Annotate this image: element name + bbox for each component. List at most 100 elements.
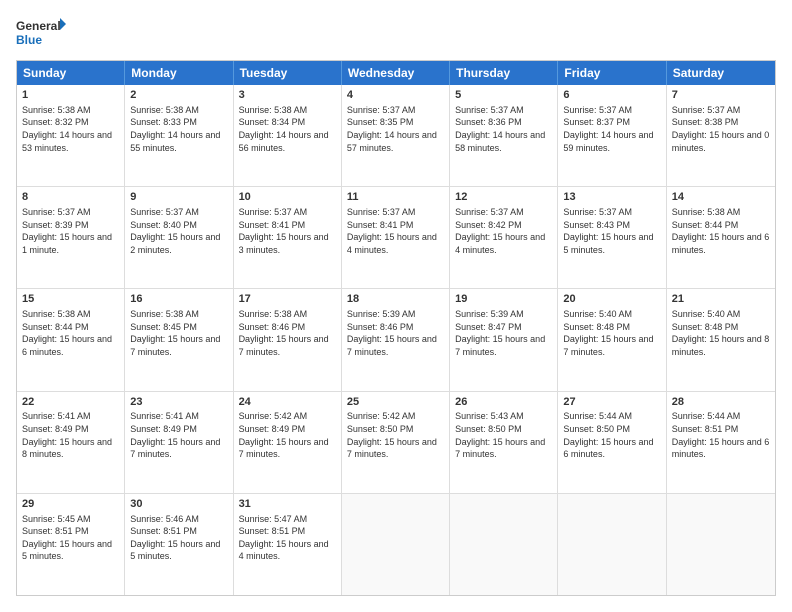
header-wednesday: Wednesday — [342, 61, 450, 85]
day-number: 7 — [672, 88, 770, 103]
calendar-cell: 26Sunrise: 5:43 AM Sunset: 8:50 PM Dayli… — [450, 392, 558, 493]
day-number: 8 — [22, 190, 119, 205]
day-info: Sunrise: 5:37 AM Sunset: 8:35 PM Dayligh… — [347, 104, 444, 154]
calendar-body: 1Sunrise: 5:38 AM Sunset: 8:32 PM Daylig… — [17, 85, 775, 595]
calendar-cell: 10Sunrise: 5:37 AM Sunset: 8:41 PM Dayli… — [234, 187, 342, 288]
day-info: Sunrise: 5:41 AM Sunset: 8:49 PM Dayligh… — [22, 410, 119, 460]
calendar-cell: 20Sunrise: 5:40 AM Sunset: 8:48 PM Dayli… — [558, 289, 666, 390]
day-number: 30 — [130, 497, 227, 512]
week-row-3: 15Sunrise: 5:38 AM Sunset: 8:44 PM Dayli… — [17, 289, 775, 391]
week-row-1: 1Sunrise: 5:38 AM Sunset: 8:32 PM Daylig… — [17, 85, 775, 187]
day-info: Sunrise: 5:37 AM Sunset: 8:40 PM Dayligh… — [130, 206, 227, 256]
logo-svg: General Blue — [16, 16, 66, 52]
calendar-cell: 22Sunrise: 5:41 AM Sunset: 8:49 PM Dayli… — [17, 392, 125, 493]
week-row-2: 8Sunrise: 5:37 AM Sunset: 8:39 PM Daylig… — [17, 187, 775, 289]
day-info: Sunrise: 5:38 AM Sunset: 8:32 PM Dayligh… — [22, 104, 119, 154]
calendar-cell: 15Sunrise: 5:38 AM Sunset: 8:44 PM Dayli… — [17, 289, 125, 390]
day-number: 25 — [347, 395, 444, 410]
header-saturday: Saturday — [667, 61, 775, 85]
day-info: Sunrise: 5:39 AM Sunset: 8:47 PM Dayligh… — [455, 308, 552, 358]
calendar-cell: 25Sunrise: 5:42 AM Sunset: 8:50 PM Dayli… — [342, 392, 450, 493]
day-info: Sunrise: 5:39 AM Sunset: 8:46 PM Dayligh… — [347, 308, 444, 358]
page: General Blue Sunday Monday Tuesday Wedne… — [0, 0, 792, 612]
day-info: Sunrise: 5:38 AM Sunset: 8:34 PM Dayligh… — [239, 104, 336, 154]
day-number: 23 — [130, 395, 227, 410]
calendar-cell: 11Sunrise: 5:37 AM Sunset: 8:41 PM Dayli… — [342, 187, 450, 288]
day-number: 19 — [455, 292, 552, 307]
calendar-cell: 7Sunrise: 5:37 AM Sunset: 8:38 PM Daylig… — [667, 85, 775, 186]
day-info: Sunrise: 5:38 AM Sunset: 8:46 PM Dayligh… — [239, 308, 336, 358]
day-info: Sunrise: 5:44 AM Sunset: 8:51 PM Dayligh… — [672, 410, 770, 460]
week-row-4: 22Sunrise: 5:41 AM Sunset: 8:49 PM Dayli… — [17, 392, 775, 494]
week-row-5: 29Sunrise: 5:45 AM Sunset: 8:51 PM Dayli… — [17, 494, 775, 595]
day-info: Sunrise: 5:41 AM Sunset: 8:49 PM Dayligh… — [130, 410, 227, 460]
day-info: Sunrise: 5:43 AM Sunset: 8:50 PM Dayligh… — [455, 410, 552, 460]
day-info: Sunrise: 5:45 AM Sunset: 8:51 PM Dayligh… — [22, 513, 119, 563]
day-info: Sunrise: 5:37 AM Sunset: 8:36 PM Dayligh… — [455, 104, 552, 154]
day-number: 2 — [130, 88, 227, 103]
day-info: Sunrise: 5:37 AM Sunset: 8:41 PM Dayligh… — [239, 206, 336, 256]
calendar-cell: 6Sunrise: 5:37 AM Sunset: 8:37 PM Daylig… — [558, 85, 666, 186]
header-friday: Friday — [558, 61, 666, 85]
calendar-header: Sunday Monday Tuesday Wednesday Thursday… — [17, 61, 775, 85]
day-number: 27 — [563, 395, 660, 410]
calendar-cell: 23Sunrise: 5:41 AM Sunset: 8:49 PM Dayli… — [125, 392, 233, 493]
day-number: 22 — [22, 395, 119, 410]
day-info: Sunrise: 5:46 AM Sunset: 8:51 PM Dayligh… — [130, 513, 227, 563]
day-number: 6 — [563, 88, 660, 103]
day-info: Sunrise: 5:37 AM Sunset: 8:41 PM Dayligh… — [347, 206, 444, 256]
calendar-cell — [342, 494, 450, 595]
day-number: 13 — [563, 190, 660, 205]
calendar-cell: 17Sunrise: 5:38 AM Sunset: 8:46 PM Dayli… — [234, 289, 342, 390]
calendar-cell: 8Sunrise: 5:37 AM Sunset: 8:39 PM Daylig… — [17, 187, 125, 288]
calendar-cell: 21Sunrise: 5:40 AM Sunset: 8:48 PM Dayli… — [667, 289, 775, 390]
calendar-cell: 13Sunrise: 5:37 AM Sunset: 8:43 PM Dayli… — [558, 187, 666, 288]
calendar-cell: 5Sunrise: 5:37 AM Sunset: 8:36 PM Daylig… — [450, 85, 558, 186]
day-number: 12 — [455, 190, 552, 205]
header-tuesday: Tuesday — [234, 61, 342, 85]
day-number: 26 — [455, 395, 552, 410]
day-number: 28 — [672, 395, 770, 410]
day-number: 16 — [130, 292, 227, 307]
day-number: 5 — [455, 88, 552, 103]
calendar-cell: 27Sunrise: 5:44 AM Sunset: 8:50 PM Dayli… — [558, 392, 666, 493]
day-info: Sunrise: 5:44 AM Sunset: 8:50 PM Dayligh… — [563, 410, 660, 460]
day-number: 31 — [239, 497, 336, 512]
calendar-cell — [558, 494, 666, 595]
header-monday: Monday — [125, 61, 233, 85]
calendar-cell: 2Sunrise: 5:38 AM Sunset: 8:33 PM Daylig… — [125, 85, 233, 186]
header: General Blue — [16, 16, 776, 52]
calendar-cell: 19Sunrise: 5:39 AM Sunset: 8:47 PM Dayli… — [450, 289, 558, 390]
day-info: Sunrise: 5:38 AM Sunset: 8:45 PM Dayligh… — [130, 308, 227, 358]
day-info: Sunrise: 5:37 AM Sunset: 8:42 PM Dayligh… — [455, 206, 552, 256]
logo: General Blue — [16, 16, 66, 52]
day-number: 15 — [22, 292, 119, 307]
day-number: 24 — [239, 395, 336, 410]
day-number: 17 — [239, 292, 336, 307]
day-number: 11 — [347, 190, 444, 205]
calendar-cell: 14Sunrise: 5:38 AM Sunset: 8:44 PM Dayli… — [667, 187, 775, 288]
day-info: Sunrise: 5:37 AM Sunset: 8:38 PM Dayligh… — [672, 104, 770, 154]
calendar-cell: 4Sunrise: 5:37 AM Sunset: 8:35 PM Daylig… — [342, 85, 450, 186]
calendar-cell: 28Sunrise: 5:44 AM Sunset: 8:51 PM Dayli… — [667, 392, 775, 493]
day-info: Sunrise: 5:38 AM Sunset: 8:44 PM Dayligh… — [672, 206, 770, 256]
day-number: 29 — [22, 497, 119, 512]
calendar-cell: 29Sunrise: 5:45 AM Sunset: 8:51 PM Dayli… — [17, 494, 125, 595]
day-info: Sunrise: 5:38 AM Sunset: 8:44 PM Dayligh… — [22, 308, 119, 358]
calendar: Sunday Monday Tuesday Wednesday Thursday… — [16, 60, 776, 596]
calendar-cell: 3Sunrise: 5:38 AM Sunset: 8:34 PM Daylig… — [234, 85, 342, 186]
day-number: 14 — [672, 190, 770, 205]
day-number: 9 — [130, 190, 227, 205]
calendar-cell — [667, 494, 775, 595]
calendar-cell: 1Sunrise: 5:38 AM Sunset: 8:32 PM Daylig… — [17, 85, 125, 186]
day-number: 1 — [22, 88, 119, 103]
day-info: Sunrise: 5:38 AM Sunset: 8:33 PM Dayligh… — [130, 104, 227, 154]
day-info: Sunrise: 5:37 AM Sunset: 8:39 PM Dayligh… — [22, 206, 119, 256]
header-thursday: Thursday — [450, 61, 558, 85]
calendar-cell: 18Sunrise: 5:39 AM Sunset: 8:46 PM Dayli… — [342, 289, 450, 390]
day-info: Sunrise: 5:42 AM Sunset: 8:49 PM Dayligh… — [239, 410, 336, 460]
day-number: 18 — [347, 292, 444, 307]
calendar-cell: 16Sunrise: 5:38 AM Sunset: 8:45 PM Dayli… — [125, 289, 233, 390]
calendar-cell: 9Sunrise: 5:37 AM Sunset: 8:40 PM Daylig… — [125, 187, 233, 288]
day-info: Sunrise: 5:37 AM Sunset: 8:37 PM Dayligh… — [563, 104, 660, 154]
